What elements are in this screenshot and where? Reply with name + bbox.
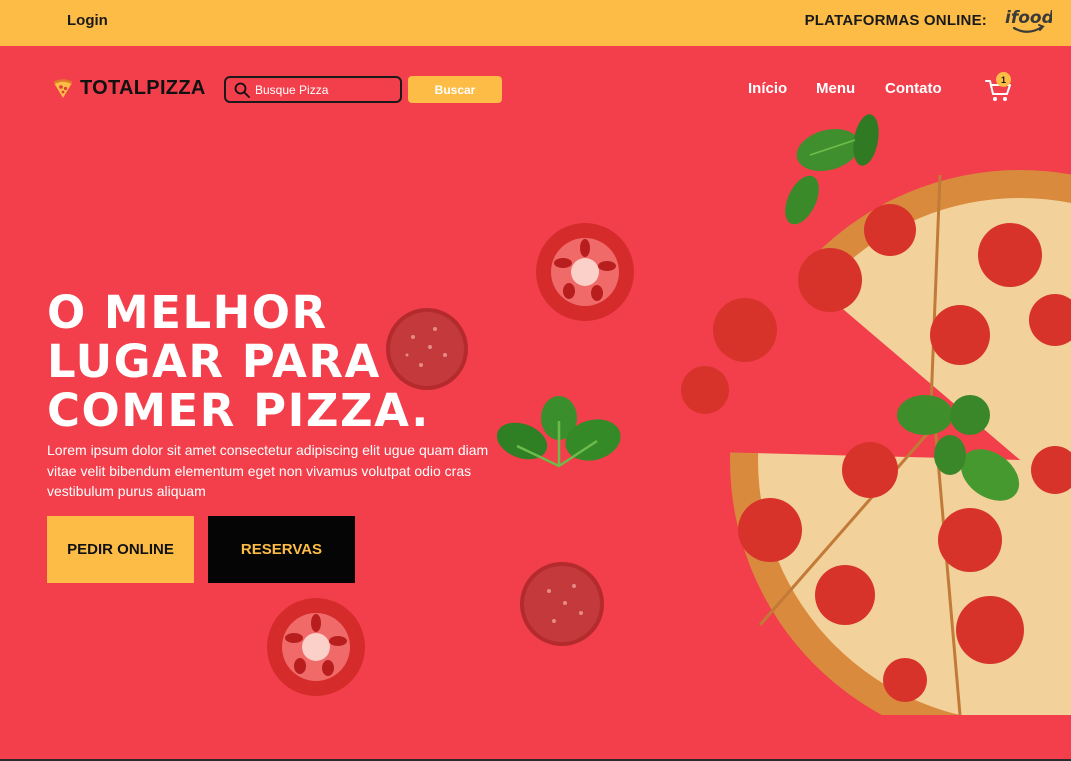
search-button[interactable]: Buscar <box>408 76 502 103</box>
tomato-slice-image-2 <box>267 598 365 696</box>
hero-title: O MELHOR LUGAR PARA COMER PIZZA. <box>47 288 517 435</box>
hero-title-line: LUGAR PARA <box>47 335 381 388</box>
hero-title-line: COMER PIZZA. <box>47 384 430 437</box>
search-box[interactable] <box>224 76 402 103</box>
svg-text:ifood: ifood <box>1005 8 1052 28</box>
search-icon <box>234 82 250 98</box>
brand-logo[interactable]: TOTALPIZZA <box>52 77 206 100</box>
order-online-button[interactable]: PEDIR ONLINE <box>47 516 194 583</box>
tomato-slice-image <box>536 223 634 321</box>
search-input[interactable] <box>255 82 395 97</box>
brand-name: TOTALPIZZA <box>80 77 206 99</box>
hero-description: Lorem ipsum dolor sit amet consectetur a… <box>47 442 489 499</box>
pizza-slice-icon <box>53 78 73 98</box>
nav-inicio[interactable]: Início <box>748 80 787 97</box>
platforms-label: PLATAFORMAS ONLINE: <box>804 12 987 29</box>
reservations-button[interactable]: RESERVAS <box>208 516 355 583</box>
login-link[interactable]: Login <box>67 12 108 29</box>
nav-contato[interactable]: Contato <box>885 80 942 97</box>
salami-slice-image-2 <box>520 562 604 646</box>
pizza-image <box>640 170 1071 715</box>
hero-title-line: O MELHOR <box>47 286 328 339</box>
ifood-logo[interactable]: ifood <box>1004 6 1052 38</box>
cart-count-badge: 1 <box>996 72 1011 87</box>
nav-menu[interactable]: Menu <box>816 80 855 97</box>
